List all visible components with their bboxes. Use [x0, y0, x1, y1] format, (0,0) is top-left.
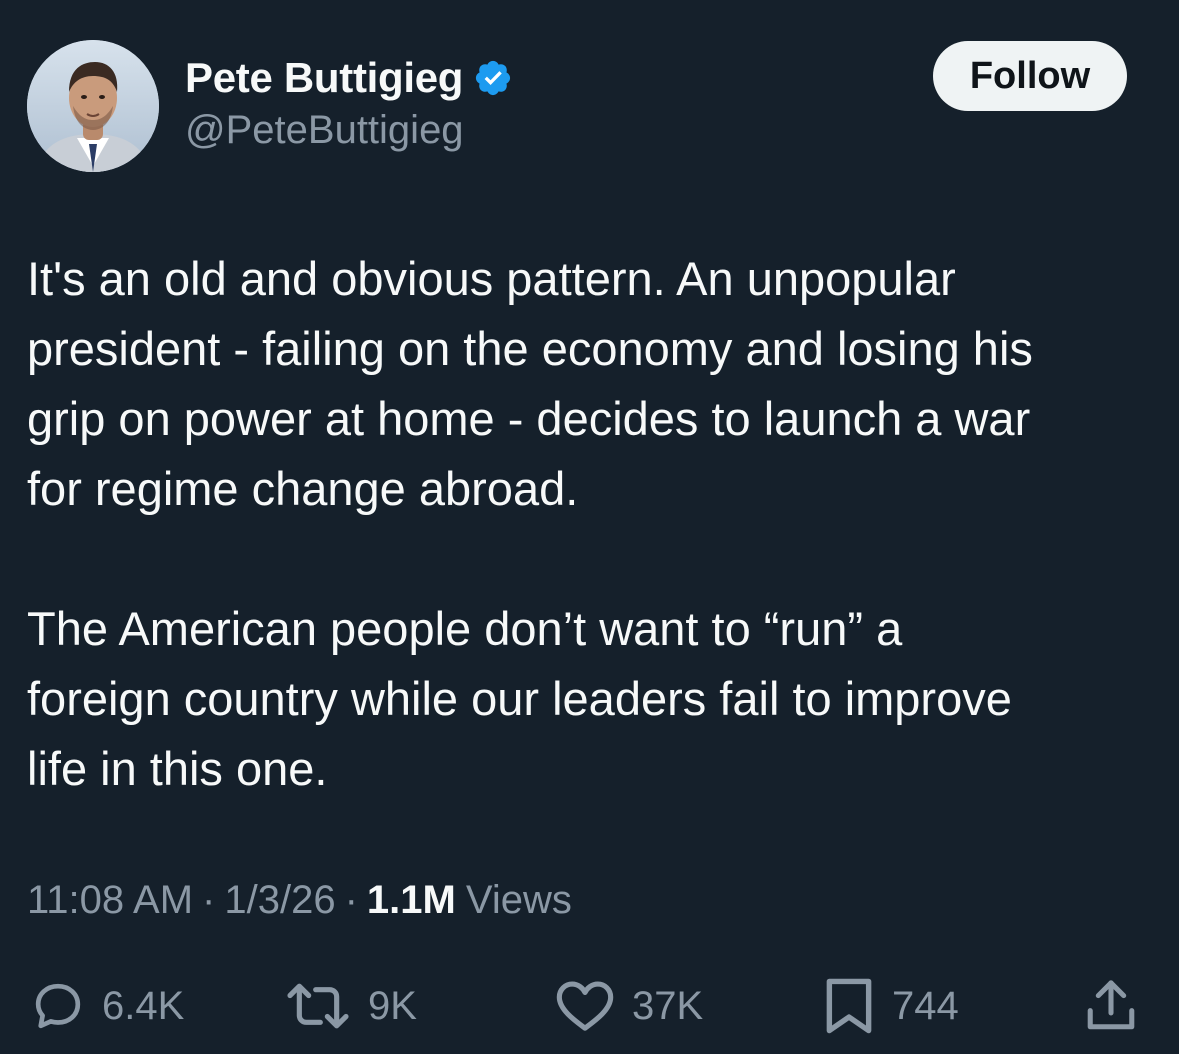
author-name-row[interactable]: Pete Buttigieg: [185, 52, 513, 104]
repost-arrows-icon: [287, 983, 349, 1029]
meta-separator: ·: [202, 878, 216, 922]
verified-badge-icon: [476, 60, 511, 96]
views-label: Views: [465, 878, 572, 922]
speech-bubble-icon: [35, 983, 81, 1029]
repost-count: 9K: [368, 983, 417, 1028]
heart-icon: [556, 981, 614, 1031]
tweet-paragraph: It's an old and obvious pattern. An unpo…: [27, 252, 1033, 515]
author-handle[interactable]: @PeteButtigieg: [185, 108, 464, 153]
tweet-time[interactable]: 11:08 AM: [27, 878, 193, 923]
like-button[interactable]: 37K: [554, 975, 703, 1037]
views-count: 1.1M: [366, 878, 456, 922]
bookmark-count: 744: [892, 983, 959, 1028]
like-count: 37K: [632, 983, 704, 1028]
reply-button[interactable]: 6.4K: [30, 975, 184, 1037]
bookmark-button[interactable]: 744: [822, 975, 959, 1037]
share-button[interactable]: [1083, 975, 1139, 1037]
avatar[interactable]: [27, 40, 159, 172]
action-bar: 6.4K 9K 37K 744: [0, 975, 1179, 1037]
tweet-meta: 11:08 AM · 1/3/26 · 1.1M Views: [27, 878, 572, 923]
reply-count: 6.4K: [102, 983, 185, 1028]
author-display-name[interactable]: Pete Buttigieg: [185, 54, 463, 102]
share-upload-icon: [1087, 980, 1135, 1030]
tweet-paragraph: The American people don’t want to “run” …: [27, 602, 1012, 795]
bookmark-icon: [826, 978, 872, 1034]
tweet-date[interactable]: 1/3/26: [224, 878, 335, 923]
repost-button[interactable]: 9K: [284, 975, 417, 1037]
follow-button[interactable]: Follow: [933, 41, 1127, 111]
avatar-image: [27, 40, 159, 172]
tweet-text: It's an old and obvious pattern. An unpo…: [27, 244, 1157, 804]
meta-separator: ·: [344, 878, 358, 922]
